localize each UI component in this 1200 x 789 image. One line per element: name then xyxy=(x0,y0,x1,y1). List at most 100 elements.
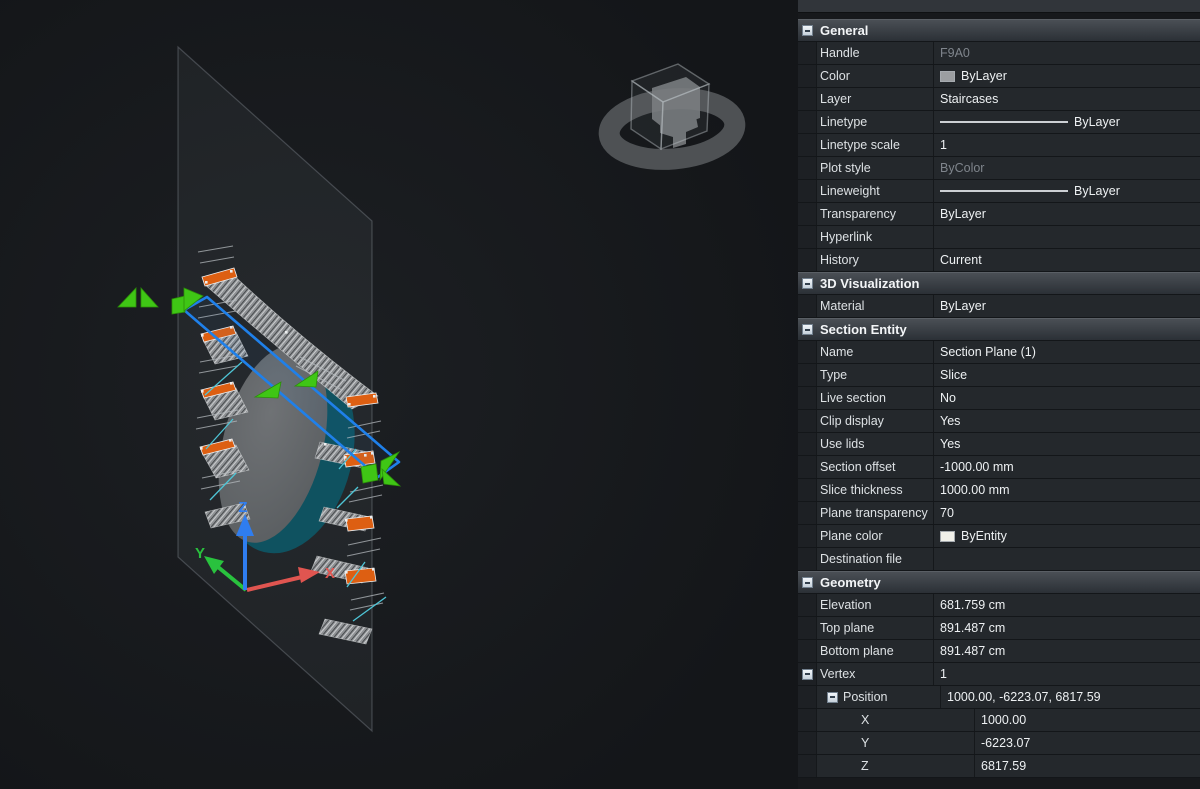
property-value[interactable]: 1000.00, -6223.07, 6817.59 xyxy=(947,690,1101,704)
property-value-cell[interactable]: 70 xyxy=(933,502,1200,524)
property-value[interactable]: ByEntity xyxy=(961,529,1007,543)
property-value[interactable]: 681.759 cm xyxy=(940,598,1005,612)
property-row-elevation[interactable]: Elevation681.759 cm xyxy=(798,594,1200,617)
property-value[interactable]: Slice xyxy=(940,368,967,382)
property-value-cell[interactable]: 1000.00 mm xyxy=(933,479,1200,501)
property-value-cell[interactable]: 681.759 cm xyxy=(933,594,1200,616)
property-value-cell[interactable]: 891.487 cm xyxy=(933,617,1200,639)
property-value-cell[interactable]: Slice xyxy=(933,364,1200,386)
property-row-plane-color[interactable]: Plane colorByEntity xyxy=(798,525,1200,548)
property-value[interactable]: Yes xyxy=(940,414,960,428)
category-row-geometry[interactable]: Geometry xyxy=(798,571,1200,594)
property-value[interactable]: ByColor xyxy=(940,161,984,175)
property-value[interactable]: -1000.00 mm xyxy=(940,460,1014,474)
property-value[interactable]: ByLayer xyxy=(940,299,986,313)
property-value-cell[interactable]: ByLayer xyxy=(933,65,1200,87)
property-row-vertex[interactable]: Vertex1 xyxy=(798,663,1200,686)
property-row-top-plane[interactable]: Top plane891.487 cm xyxy=(798,617,1200,640)
collapse-icon[interactable] xyxy=(802,25,813,36)
property-value-cell[interactable]: 1000.00 xyxy=(974,709,1200,731)
property-value[interactable]: 1000.00 mm xyxy=(940,483,1009,497)
property-row-section-offset[interactable]: Section offset-1000.00 mm xyxy=(798,456,1200,479)
property-value-cell[interactable]: 1 xyxy=(933,663,1200,685)
collapse-icon[interactable] xyxy=(802,278,813,289)
property-value-cell[interactable]: ByLayer xyxy=(933,180,1200,202)
property-value[interactable]: 891.487 cm xyxy=(940,644,1005,658)
collapse-icon[interactable] xyxy=(827,692,838,703)
property-row-type[interactable]: TypeSlice xyxy=(798,364,1200,387)
property-row-plot-style[interactable]: Plot styleByColor xyxy=(798,157,1200,180)
property-value-cell[interactable]: Staircases xyxy=(933,88,1200,110)
property-row-color[interactable]: ColorByLayer xyxy=(798,65,1200,88)
property-value[interactable]: 1000.00 xyxy=(981,713,1026,727)
property-row-history[interactable]: HistoryCurrent xyxy=(798,249,1200,272)
property-row-use-lids[interactable]: Use lidsYes xyxy=(798,433,1200,456)
property-row-position[interactable]: Position1000.00, -6223.07, 6817.59 xyxy=(798,686,1200,709)
property-row-plane-transparency[interactable]: Plane transparency70 xyxy=(798,502,1200,525)
collapse-icon[interactable] xyxy=(802,669,813,680)
property-row-bottom-plane[interactable]: Bottom plane891.487 cm xyxy=(798,640,1200,663)
property-value[interactable]: -6223.07 xyxy=(981,736,1030,750)
property-value-cell[interactable]: Yes xyxy=(933,410,1200,432)
property-value[interactable]: ByLayer xyxy=(1074,115,1120,129)
property-value[interactable]: Section Plane (1) xyxy=(940,345,1036,359)
property-value[interactable]: ByLayer xyxy=(1074,184,1120,198)
category-row-section-entity[interactable]: Section Entity xyxy=(798,318,1200,341)
model-viewport[interactable]: Y X Z xyxy=(0,0,798,789)
category-row-general[interactable]: General xyxy=(798,19,1200,42)
property-value[interactable]: No xyxy=(940,391,956,405)
property-value[interactable]: 1 xyxy=(940,138,947,152)
property-value[interactable]: ByLayer xyxy=(940,207,986,221)
section-grip-square-left[interactable] xyxy=(172,296,185,314)
property-value-cell[interactable] xyxy=(933,226,1200,248)
property-value-cell[interactable]: 891.487 cm xyxy=(933,640,1200,662)
property-row-transparency[interactable]: TransparencyByLayer xyxy=(798,203,1200,226)
property-value-cell[interactable]: F9A0 xyxy=(933,42,1200,64)
property-value[interactable]: Yes xyxy=(940,437,960,451)
property-row-z[interactable]: Z6817.59 xyxy=(798,755,1200,778)
property-value-cell[interactable]: ByLayer xyxy=(933,295,1200,317)
property-row-linetype[interactable]: LinetypeByLayer xyxy=(798,111,1200,134)
property-value[interactable]: ByLayer xyxy=(961,69,1007,83)
category-row-3d-visualization[interactable]: 3D Visualization xyxy=(798,272,1200,295)
property-value-cell[interactable]: ByLayer xyxy=(933,111,1200,133)
property-value[interactable]: Staircases xyxy=(940,92,998,106)
property-row-handle[interactable]: HandleF9A0 xyxy=(798,42,1200,65)
property-row-destination-file[interactable]: Destination file xyxy=(798,548,1200,571)
property-value[interactable]: 1 xyxy=(940,667,947,681)
property-row-linetype-scale[interactable]: Linetype scale1 xyxy=(798,134,1200,157)
property-value[interactable]: Current xyxy=(940,253,982,267)
property-row-clip-display[interactable]: Clip displayYes xyxy=(798,410,1200,433)
property-value-cell[interactable]: 6817.59 xyxy=(974,755,1200,777)
property-value-cell[interactable]: 1 xyxy=(933,134,1200,156)
property-row-layer[interactable]: LayerStaircases xyxy=(798,88,1200,111)
collapse-icon[interactable] xyxy=(802,577,813,588)
property-value-cell[interactable]: Current xyxy=(933,249,1200,271)
property-row-lineweight[interactable]: LineweightByLayer xyxy=(798,180,1200,203)
property-value[interactable]: 70 xyxy=(940,506,954,520)
property-value-cell[interactable]: -1000.00 mm xyxy=(933,456,1200,478)
color-swatch[interactable] xyxy=(940,531,955,542)
property-row-hyperlink[interactable]: Hyperlink xyxy=(798,226,1200,249)
property-row-y[interactable]: Y-6223.07 xyxy=(798,732,1200,755)
collapse-icon[interactable] xyxy=(802,324,813,335)
property-value-cell[interactable]: Section Plane (1) xyxy=(933,341,1200,363)
property-value-cell[interactable]: No xyxy=(933,387,1200,409)
property-value-cell[interactable]: ByColor xyxy=(933,157,1200,179)
color-swatch[interactable] xyxy=(940,71,955,82)
property-value-cell[interactable]: ByEntity xyxy=(933,525,1200,547)
section-grip-square-right[interactable] xyxy=(361,464,378,483)
property-row-slice-thickness[interactable]: Slice thickness1000.00 mm xyxy=(798,479,1200,502)
property-row-name[interactable]: NameSection Plane (1) xyxy=(798,341,1200,364)
property-value[interactable]: 6817.59 xyxy=(981,759,1026,773)
property-value-cell[interactable]: Yes xyxy=(933,433,1200,455)
property-value-cell[interactable]: -6223.07 xyxy=(974,732,1200,754)
property-row-live-section[interactable]: Live sectionNo xyxy=(798,387,1200,410)
property-value[interactable]: 891.487 cm xyxy=(940,621,1005,635)
property-value-cell[interactable]: ByLayer xyxy=(933,203,1200,225)
property-row-material[interactable]: MaterialByLayer xyxy=(798,295,1200,318)
property-row-x[interactable]: X1000.00 xyxy=(798,709,1200,732)
property-value-cell[interactable] xyxy=(933,548,1200,570)
property-value[interactable]: F9A0 xyxy=(940,46,970,60)
property-value-cell[interactable]: 1000.00, -6223.07, 6817.59 xyxy=(940,686,1200,708)
